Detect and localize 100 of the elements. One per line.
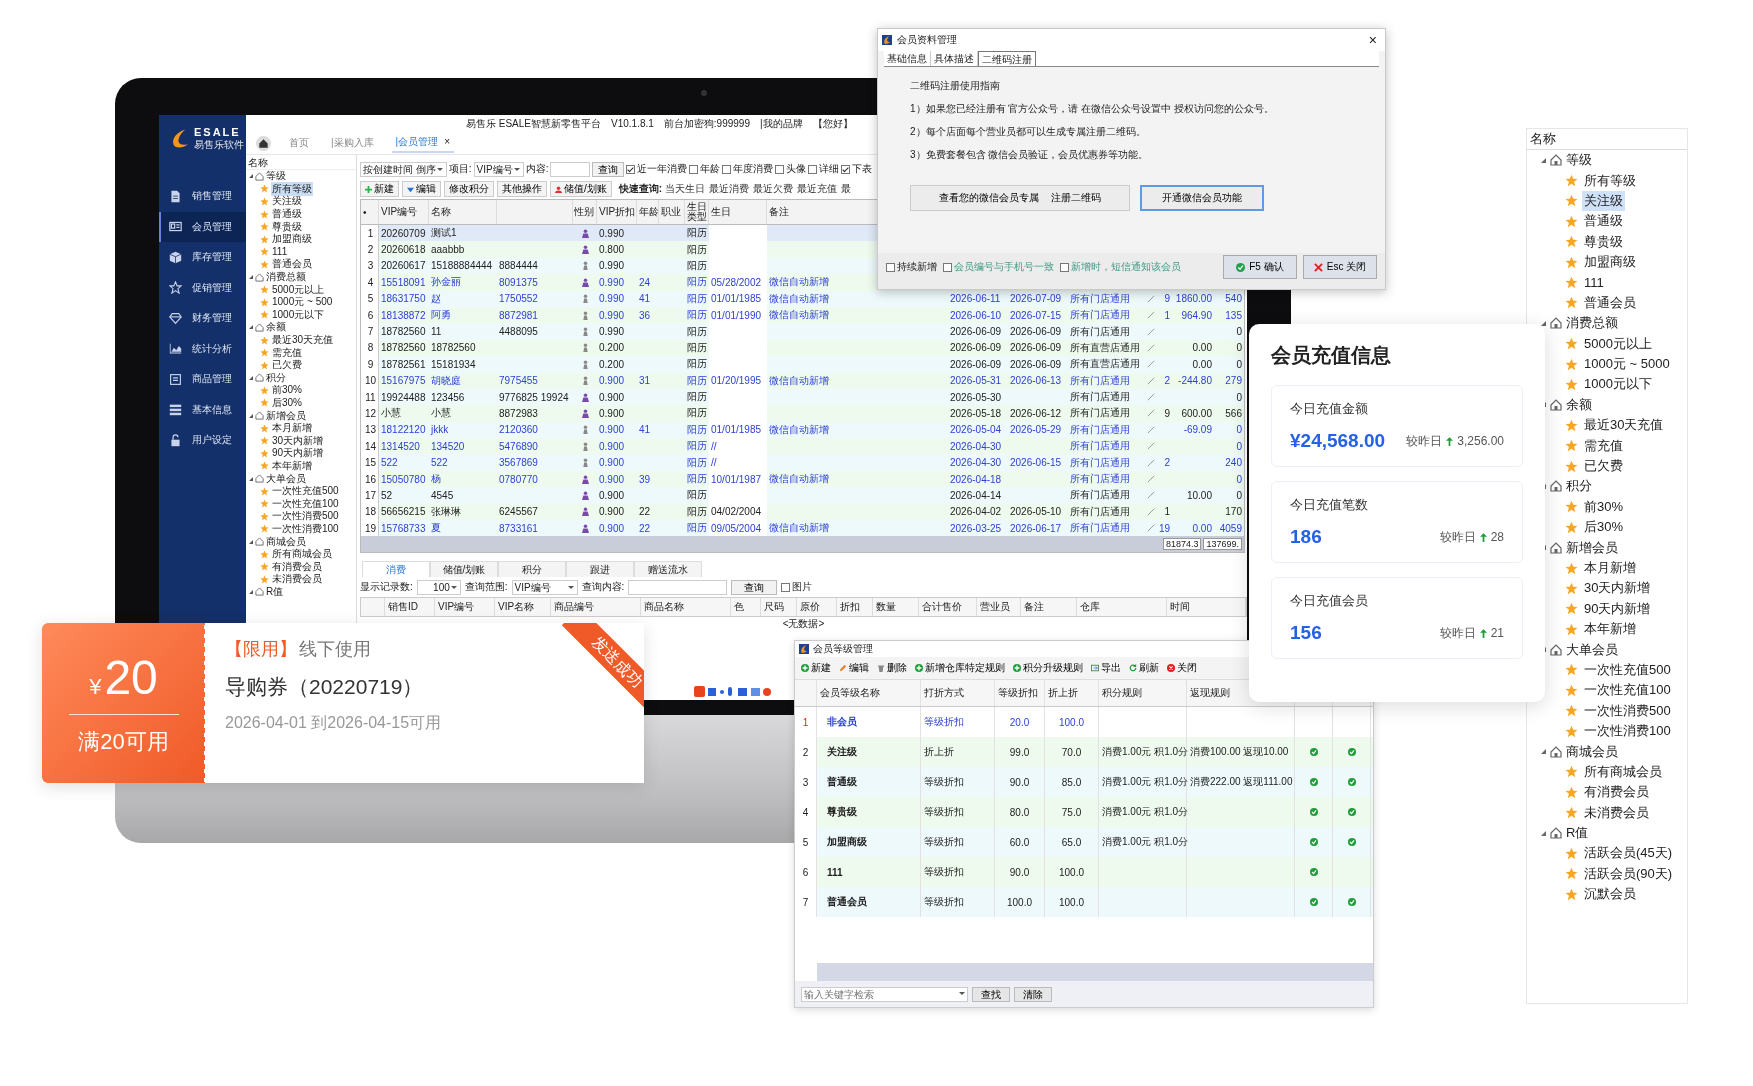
tree-item[interactable]: 1000元以下 <box>1582 374 1654 395</box>
tree-item[interactable]: 一次性消费100 <box>1582 721 1673 742</box>
tree-item[interactable]: 1000元以下 <box>271 307 326 322</box>
toolbar-button[interactable]: 删除 <box>875 661 909 675</box>
tree-item[interactable]: 未消费会员 <box>1582 802 1651 823</box>
detail-tab[interactable]: 赠送流水 <box>634 561 702 578</box>
toolbar-button[interactable]: 刷新 <box>1127 661 1161 675</box>
toolbar-button[interactable]: 积分升级规则 <box>1011 661 1085 675</box>
table-row[interactable]: 4 尊贵级 等级折扣 80.0 75.0 消费1.00元 积1.0分 <box>795 797 1373 827</box>
sidebar-item[interactable]: 基本信息 <box>159 394 246 425</box>
tree-item[interactable]: 所有商城会员 <box>271 547 333 562</box>
tree-item[interactable]: 消费总额 <box>266 270 306 285</box>
toolbar-button[interactable]: 关闭 <box>1165 661 1199 675</box>
quick-search-link[interactable]: 最近消费 <box>709 182 750 196</box>
tree-item[interactable]: 前30% <box>1582 496 1626 517</box>
table-row[interactable]: 12 小慧 小慧 8872983 0.900 阳历 2026-05-18 2026-06-12 所有门店通用 9 600.00 566 <box>361 405 1244 422</box>
search-field[interactable]: 输入关键字检索 <box>801 986 968 1002</box>
sidebar-item[interactable]: 财务管理 <box>159 303 246 334</box>
tree-item[interactable]: R值 <box>266 584 284 599</box>
tree-item[interactable]: 一次性消费500 <box>1582 700 1673 721</box>
close-button[interactable]: Esc 关闭 <box>1303 255 1377 279</box>
home-icon[interactable] <box>256 135 271 151</box>
tree-item[interactable]: 商城会员 <box>266 534 306 549</box>
confirm-button[interactable]: F5 确认 <box>1223 255 1297 279</box>
tree-item[interactable]: 最近30天充值 <box>1582 415 1666 436</box>
dialog-button[interactable]: 开通微信会员功能 <box>1140 185 1264 211</box>
checkbox-option[interactable]: 近一年消费 <box>626 162 688 176</box>
quick-search-link[interactable]: 最近欠费 <box>753 182 794 196</box>
table-row[interactable]: 15 522 522 3567869 0.900 阳历 // 2026-04-30 2026-06-15 所有门店通用 2 240 <box>361 454 1244 471</box>
tree-item[interactable]: 沉默会员 <box>1582 884 1638 905</box>
expand-icon[interactable] <box>249 375 253 380</box>
close-button[interactable]: × <box>1368 32 1377 48</box>
checkbox-option[interactable]: 下表 <box>841 162 873 176</box>
table-row[interactable]: 1 非会员 等级折扣 20.0 100.0 <box>795 707 1373 737</box>
toolbar-button[interactable]: 编辑 <box>837 661 871 675</box>
expand-icon[interactable] <box>1541 749 1546 754</box>
toolbar-button[interactable]: 新建 <box>360 181 399 197</box>
tree-item[interactable]: 一次性充值500 <box>1582 659 1673 680</box>
dialog-tab[interactable]: 基础信息 <box>884 51 931 66</box>
table-row[interactable]: 17 52 4545 0.900 阳历 2026-04-14 所有门店通用 10.00 0 <box>361 487 1244 504</box>
checkbox[interactable] <box>943 262 952 272</box>
detail-tab[interactable]: 积分 <box>498 561 566 578</box>
tree-item[interactable]: 一次性充值500 <box>271 484 340 499</box>
tree-item[interactable]: 需充值 <box>1582 435 1625 456</box>
expand-icon[interactable] <box>249 174 253 179</box>
tree-item[interactable]: 关注级 <box>271 194 303 209</box>
field-dropdown[interactable]: VIP编号 <box>473 161 524 177</box>
tree-item[interactable]: 一次性消费100 <box>271 521 340 536</box>
tree-item[interactable]: 后30% <box>1582 517 1626 538</box>
toolbar-button[interactable]: 新建 <box>799 661 833 675</box>
tree-item[interactable]: 已欠费 <box>1582 456 1625 477</box>
detail-tab[interactable]: 消费 <box>362 561 430 578</box>
tree-item[interactable]: 一次性充值100 <box>1582 680 1673 701</box>
tree-item[interactable]: 后30% <box>271 396 303 410</box>
tree-item[interactable]: 积分 <box>266 370 286 385</box>
tree-item[interactable]: 本年新增 <box>271 458 313 473</box>
input-method-toolbar-drawing[interactable] <box>694 686 774 698</box>
sidebar-item[interactable]: 用户设定 <box>159 425 246 456</box>
quick-search-link[interactable]: 最近充值 <box>797 182 838 196</box>
tree-item[interactable]: 大单会员 <box>1566 640 1618 659</box>
tree-item[interactable]: 活跃会员(45天) <box>1582 843 1675 864</box>
sidebar-item[interactable]: 库存管理 <box>159 242 246 273</box>
toolbar-button[interactable]: 导出 <box>1089 661 1123 675</box>
tree-item[interactable]: 新增会员 <box>266 408 306 423</box>
tree-item[interactable]: 所有等级 <box>1582 170 1638 191</box>
tree-item[interactable]: 本月新增 <box>271 421 313 436</box>
tree-item[interactable]: 尊贵级 <box>1582 231 1625 252</box>
toolbar-button[interactable]: 储值/划账 <box>550 181 612 197</box>
checkbox[interactable] <box>886 262 895 272</box>
tree-item[interactable]: 1000元 ~ 500 <box>271 295 334 310</box>
checkbox-option[interactable]: 头像 <box>775 162 807 176</box>
tree-item[interactable]: 111 <box>271 246 289 258</box>
sidebar-item[interactable]: 促销管理 <box>159 272 246 303</box>
content-input[interactable] <box>628 579 728 595</box>
sort-dropdown[interactable]: 按创建时间 倒序 <box>360 161 447 177</box>
toolbar-button[interactable]: 修改积分 <box>444 181 494 197</box>
tree-item[interactable]: 所有商城会员 <box>1582 761 1664 782</box>
tree-item[interactable]: 普通级 <box>1582 211 1625 232</box>
tree-item[interactable]: 30天内新增 <box>271 433 325 448</box>
tree-item[interactable]: 加盟商级 <box>271 232 313 247</box>
tree-item[interactable]: 加盟商级 <box>1582 252 1638 273</box>
content-input[interactable] <box>550 161 591 177</box>
tree-item[interactable]: 前30% <box>271 383 303 398</box>
table-row[interactable]: 2 关注级 折上折 99.0 70.0 消费1.00元 积1.0分 消费100.00 返现10.00 <box>795 737 1373 767</box>
tree-item[interactable]: 最近30天充值 <box>271 333 335 347</box>
tree-item[interactable]: 90天内新增 <box>1582 598 1653 619</box>
checkbox[interactable] <box>1060 262 1069 272</box>
app-tab[interactable]: 首页 <box>285 134 313 152</box>
tree-item[interactable]: 30天内新增 <box>1582 578 1653 599</box>
tree-item[interactable]: 1000元 ~ 5000 <box>1582 354 1672 375</box>
tree-item[interactable]: 等级 <box>266 169 286 184</box>
tree-item[interactable]: 关注级 <box>1582 190 1625 211</box>
close-icon[interactable]: × <box>444 136 451 147</box>
tree-item[interactable]: 普通级 <box>271 207 303 222</box>
tree-item[interactable]: 所有等级 <box>271 181 313 196</box>
tree-item[interactable]: 5000元以上 <box>1582 333 1654 354</box>
checkbox-option[interactable]: 图片 <box>781 580 813 595</box>
detail-tab[interactable]: 跟进 <box>566 561 634 578</box>
checkbox-option[interactable]: 详细 <box>808 162 840 176</box>
tree-item[interactable]: 有消费会员 <box>271 559 323 574</box>
